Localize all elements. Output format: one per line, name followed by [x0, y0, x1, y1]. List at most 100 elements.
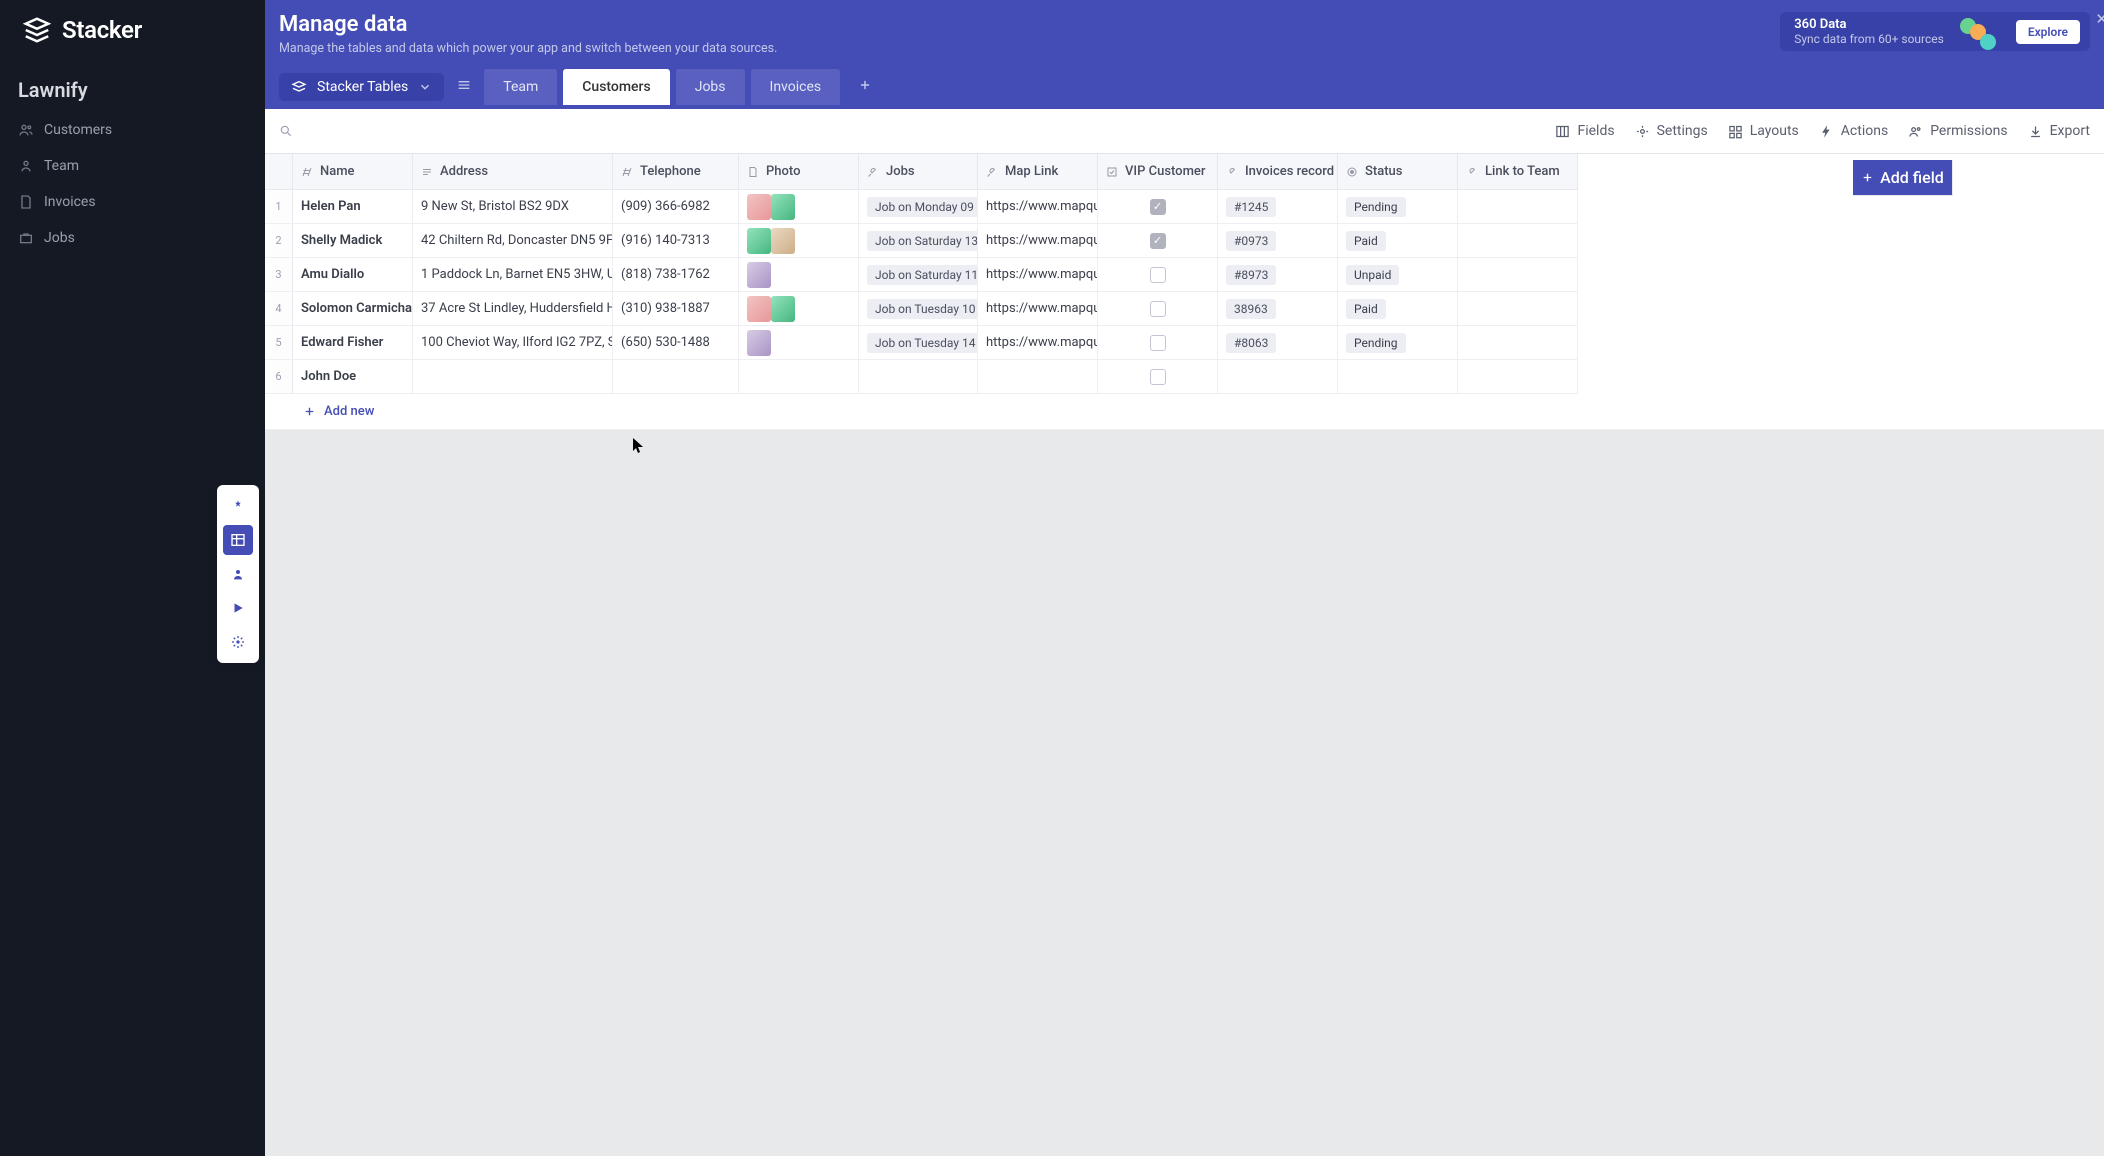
user-view-button[interactable]: [223, 559, 253, 589]
cell-name[interactable]: Edward Fisher: [293, 326, 413, 360]
search-input[interactable]: [279, 124, 1535, 138]
cell-name[interactable]: Shelly Madick: [293, 224, 413, 258]
cell-vip[interactable]: [1098, 326, 1218, 360]
cell-maplink[interactable]: https://www.mapque: [978, 326, 1098, 360]
settings-button[interactable]: Settings: [1635, 123, 1708, 139]
pin-button[interactable]: [223, 491, 253, 521]
col-linkteam[interactable]: Link to Team: [1458, 154, 1578, 190]
tab-invoices[interactable]: Invoices: [751, 69, 841, 105]
cell-address[interactable]: [413, 360, 613, 394]
cell-maplink[interactable]: https://www.mapque: [978, 258, 1098, 292]
cell-invoice[interactable]: [1218, 360, 1338, 394]
cell-telephone[interactable]: (650) 530-1488: [613, 326, 739, 360]
cell-linkteam[interactable]: [1458, 326, 1578, 360]
source-selector[interactable]: Stacker Tables: [279, 73, 444, 101]
actions-button[interactable]: Actions: [1819, 123, 1888, 139]
cell-vip[interactable]: [1098, 360, 1218, 394]
cell-address[interactable]: 1 Paddock Ln, Barnet EN5 3HW, U: [413, 258, 613, 292]
table-row[interactable]: 6 John Doe: [265, 360, 2104, 394]
col-telephone[interactable]: Telephone: [613, 154, 739, 190]
fields-button[interactable]: Fields: [1555, 123, 1614, 139]
col-vip[interactable]: VIP Customer: [1098, 154, 1218, 190]
cell-invoice[interactable]: #0973: [1218, 224, 1338, 258]
table-view-button[interactable]: [223, 525, 253, 555]
layouts-button[interactable]: Layouts: [1728, 123, 1799, 139]
cell-photo[interactable]: [739, 360, 859, 394]
cell-telephone[interactable]: (818) 738-1762: [613, 258, 739, 292]
col-name[interactable]: Name: [293, 154, 413, 190]
sidebar-item-team[interactable]: Team: [0, 148, 265, 184]
table-row[interactable]: 4 Solomon Carmichael 37 Acre St Lindley,…: [265, 292, 2104, 326]
cell-maplink[interactable]: https://www.mapque: [978, 292, 1098, 326]
cell-linkteam[interactable]: [1458, 190, 1578, 224]
cell-jobs[interactable]: Job on Monday 09 M: [859, 190, 978, 224]
sidebar-item-jobs[interactable]: Jobs: [0, 220, 265, 256]
cell-address[interactable]: 9 New St, Bristol BS2 9DX: [413, 190, 613, 224]
cell-linkteam[interactable]: [1458, 224, 1578, 258]
checkbox[interactable]: [1150, 301, 1166, 317]
sidebar-item-invoices[interactable]: Invoices: [0, 184, 265, 220]
cell-name[interactable]: John Doe: [293, 360, 413, 394]
checkbox[interactable]: [1150, 267, 1166, 283]
cell-vip[interactable]: [1098, 224, 1218, 258]
cell-jobs[interactable]: [859, 360, 978, 394]
cell-photo[interactable]: [739, 326, 859, 360]
cell-name[interactable]: Amu Diallo: [293, 258, 413, 292]
col-invoices[interactable]: Invoices record: [1218, 154, 1338, 190]
settings-button[interactable]: [223, 627, 253, 657]
cell-jobs[interactable]: Job on Tuesday 10 D: [859, 292, 978, 326]
checkbox[interactable]: [1150, 369, 1166, 385]
cell-telephone[interactable]: (916) 140-7313: [613, 224, 739, 258]
col-address[interactable]: Address: [413, 154, 613, 190]
cell-invoice[interactable]: #1245: [1218, 190, 1338, 224]
cell-invoice[interactable]: #8063: [1218, 326, 1338, 360]
play-button[interactable]: [223, 593, 253, 623]
cell-telephone[interactable]: [613, 360, 739, 394]
col-photo[interactable]: Photo: [739, 154, 859, 190]
table-row[interactable]: 1 Helen Pan 9 New St, Bristol BS2 9DX (9…: [265, 190, 2104, 224]
tab-jobs[interactable]: Jobs: [676, 69, 745, 105]
close-icon[interactable]: ✕: [2095, 10, 2104, 28]
cell-jobs[interactable]: Job on Tuesday 14 J: [859, 326, 978, 360]
cell-photo[interactable]: [739, 190, 859, 224]
tab-team[interactable]: Team: [484, 69, 557, 105]
table-row[interactable]: 3 Amu Diallo 1 Paddock Ln, Barnet EN5 3H…: [265, 258, 2104, 292]
cell-name[interactable]: Helen Pan: [293, 190, 413, 224]
cell-maplink[interactable]: https://www.mapque: [978, 224, 1098, 258]
explore-button[interactable]: Explore: [2016, 20, 2080, 44]
cell-invoice[interactable]: #8973: [1218, 258, 1338, 292]
cell-linkteam[interactable]: [1458, 360, 1578, 394]
cell-address[interactable]: 42 Chiltern Rd, Doncaster DN5 9F: [413, 224, 613, 258]
cell-status[interactable]: Unpaid: [1338, 258, 1458, 292]
checkbox[interactable]: [1150, 335, 1166, 351]
cell-status[interactable]: Paid: [1338, 224, 1458, 258]
cell-telephone[interactable]: (310) 938-1887: [613, 292, 739, 326]
cell-photo[interactable]: [739, 258, 859, 292]
cell-status[interactable]: Pending: [1338, 190, 1458, 224]
export-button[interactable]: Export: [2028, 123, 2090, 139]
cell-name[interactable]: Solomon Carmichael: [293, 292, 413, 326]
cell-vip[interactable]: [1098, 190, 1218, 224]
cell-jobs[interactable]: Job on Saturday 13 J: [859, 224, 978, 258]
cell-photo[interactable]: [739, 292, 859, 326]
cell-status[interactable]: Pending: [1338, 326, 1458, 360]
permissions-button[interactable]: Permissions: [1908, 123, 2007, 139]
cell-photo[interactable]: [739, 224, 859, 258]
cell-maplink[interactable]: https://www.mapque: [978, 190, 1098, 224]
add-new-row[interactable]: Add new: [265, 394, 2104, 430]
cell-vip[interactable]: [1098, 292, 1218, 326]
col-status[interactable]: Status: [1338, 154, 1458, 190]
cell-linkteam[interactable]: [1458, 258, 1578, 292]
cell-address[interactable]: 37 Acre St Lindley, Huddersfield H: [413, 292, 613, 326]
col-maplink[interactable]: Map Link: [978, 154, 1098, 190]
cell-vip[interactable]: [1098, 258, 1218, 292]
cell-status[interactable]: [1338, 360, 1458, 394]
cell-maplink[interactable]: [978, 360, 1098, 394]
checkbox[interactable]: [1150, 199, 1166, 215]
cell-jobs[interactable]: Job on Saturday 11 A: [859, 258, 978, 292]
checkbox[interactable]: [1150, 233, 1166, 249]
table-row[interactable]: 5 Edward Fisher 100 Cheviot Way, Ilford …: [265, 326, 2104, 360]
sidebar-item-customers[interactable]: Customers: [0, 112, 265, 148]
table-row[interactable]: 2 Shelly Madick 42 Chiltern Rd, Doncaste…: [265, 224, 2104, 258]
tab-customers[interactable]: Customers: [563, 69, 669, 105]
